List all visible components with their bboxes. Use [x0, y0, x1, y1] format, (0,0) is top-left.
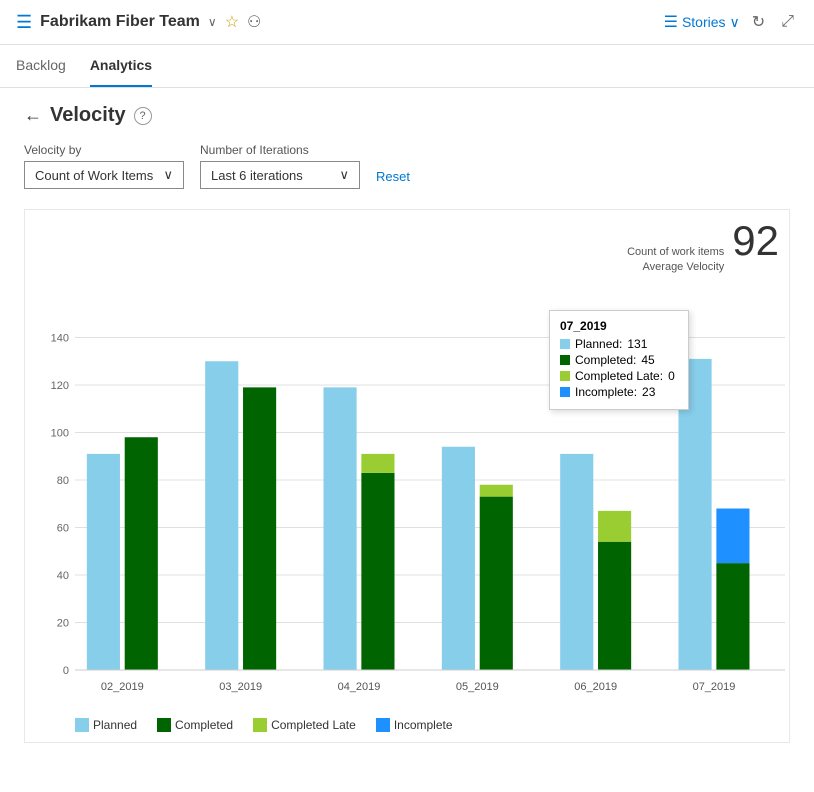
- tooltip-planned: Planned: 131: [560, 337, 678, 351]
- legend-incomplete: Incomplete: [376, 718, 453, 732]
- nav-tabs: Backlog Analytics: [0, 45, 814, 88]
- tooltip-completed-late-color: [560, 371, 570, 381]
- reset-button[interactable]: Reset: [376, 164, 410, 189]
- stories-label: Stories: [682, 14, 726, 30]
- svg-text:80: 80: [57, 475, 69, 487]
- team-name: Fabrikam Fiber Team: [40, 13, 200, 31]
- favorite-icon[interactable]: ☆: [225, 12, 239, 32]
- svg-text:40: 40: [57, 570, 69, 582]
- legend-completed-late-label: Completed Late: [271, 718, 356, 732]
- header-right: ☰ Stories ∨ ↻ ⤢: [664, 8, 798, 36]
- svg-text:100: 100: [51, 427, 69, 439]
- svg-text:140: 140: [51, 332, 69, 344]
- tooltip-planned-label: Planned:: [575, 337, 622, 351]
- tooltip-completed-late: Completed Late: 0: [560, 369, 678, 383]
- stories-dropdown[interactable]: ☰ Stories ∨: [664, 12, 740, 32]
- velocity-by-value: Count of Work Items: [35, 168, 153, 183]
- app-header: ☰ Fabrikam Fiber Team ∨ ☆ ⚇ ☰ Stories ∨ …: [0, 0, 814, 45]
- legend-completed-late: Completed Late: [253, 718, 356, 732]
- avg-velocity-value: 92: [732, 220, 779, 262]
- people-icon[interactable]: ⚇: [247, 12, 261, 32]
- iterations-dropdown[interactable]: Last 6 iterations ∨: [200, 161, 360, 189]
- chart-legend: Planned Completed Completed Late Incompl…: [35, 710, 779, 732]
- tooltip-incomplete-label: Incomplete:: [575, 385, 637, 399]
- legend-planned-color: [75, 718, 89, 732]
- tab-analytics[interactable]: Analytics: [90, 45, 152, 87]
- legend-completed-color: [157, 718, 171, 732]
- help-icon[interactable]: ?: [134, 107, 152, 125]
- count-label: Count of work items: [627, 246, 724, 258]
- app-icon: ☰: [16, 12, 32, 33]
- tooltip-completed-label: Completed:: [575, 353, 636, 367]
- svg-text:0: 0: [63, 665, 69, 677]
- tooltip-planned-value: 131: [627, 337, 647, 351]
- chart-wrapper: Count of work items Average Velocity 92 …: [24, 209, 790, 743]
- team-chevron-icon[interactable]: ∨: [208, 15, 217, 29]
- refresh-button[interactable]: ↻: [748, 8, 769, 36]
- legend-planned: Planned: [75, 718, 137, 732]
- svg-text:04_2019: 04_2019: [338, 681, 381, 693]
- tooltip-completed-value: 45: [641, 353, 654, 367]
- tooltip-incomplete-color: [560, 387, 570, 397]
- tooltip-completed: Completed: 45: [560, 353, 678, 367]
- stories-icon: ☰: [664, 12, 678, 32]
- iterations-group: Number of Iterations Last 6 iterations ∨: [200, 143, 360, 189]
- legend-completed-late-color: [253, 718, 267, 732]
- svg-text:60: 60: [57, 522, 69, 534]
- velocity-by-chevron-icon: ∨: [163, 167, 173, 183]
- tooltip-incomplete: Incomplete: 23: [560, 385, 678, 399]
- velocity-by-label: Velocity by: [24, 143, 184, 157]
- iterations-value: Last 6 iterations: [211, 168, 303, 183]
- tooltip-box: 07_2019 Planned: 131 Completed: 45 Compl…: [549, 310, 689, 410]
- back-button[interactable]: ←: [24, 105, 42, 126]
- svg-text:02_2019: 02_2019: [101, 681, 144, 693]
- svg-text:05_2019: 05_2019: [456, 681, 499, 693]
- page-title: Velocity: [50, 104, 126, 127]
- svg-text:20: 20: [57, 617, 69, 629]
- legend-completed-label: Completed: [175, 718, 233, 732]
- legend-planned-label: Planned: [93, 718, 137, 732]
- chart-meta: Count of work items Average Velocity 92: [35, 220, 779, 276]
- legend-completed: Completed: [157, 718, 233, 732]
- tab-backlog[interactable]: Backlog: [16, 45, 66, 87]
- tooltip-planned-color: [560, 339, 570, 349]
- page-content: ← Velocity ? Velocity by Count of Work I…: [0, 88, 814, 759]
- expand-button[interactable]: ⤢: [777, 9, 798, 35]
- svg-text:03_2019: 03_2019: [219, 681, 262, 693]
- tooltip-incomplete-value: 23: [642, 385, 655, 399]
- chart-svg-wrap: 07_2019 Planned: 131 Completed: 45 Compl…: [35, 280, 779, 710]
- avg-velocity-label: Average Velocity: [643, 261, 725, 273]
- controls: Velocity by Count of Work Items ∨ Number…: [24, 143, 790, 189]
- page-header: ← Velocity ?: [24, 104, 790, 127]
- iterations-label: Number of Iterations: [200, 143, 360, 157]
- velocity-by-group: Velocity by Count of Work Items ∨: [24, 143, 184, 189]
- svg-text:07_2019: 07_2019: [693, 681, 736, 693]
- tooltip-completed-late-label: Completed Late:: [575, 369, 663, 383]
- chart-meta-label: Count of work items Average Velocity: [627, 245, 724, 276]
- svg-text:120: 120: [51, 380, 69, 392]
- tooltip-completed-late-value: 0: [668, 369, 675, 383]
- tooltip-completed-color: [560, 355, 570, 365]
- tooltip-title: 07_2019: [560, 319, 678, 333]
- svg-text:06_2019: 06_2019: [574, 681, 617, 693]
- stories-chevron-icon: ∨: [730, 14, 740, 31]
- velocity-by-dropdown[interactable]: Count of Work Items ∨: [24, 161, 184, 189]
- legend-incomplete-label: Incomplete: [394, 718, 453, 732]
- iterations-chevron-icon: ∨: [339, 167, 349, 183]
- legend-incomplete-color: [376, 718, 390, 732]
